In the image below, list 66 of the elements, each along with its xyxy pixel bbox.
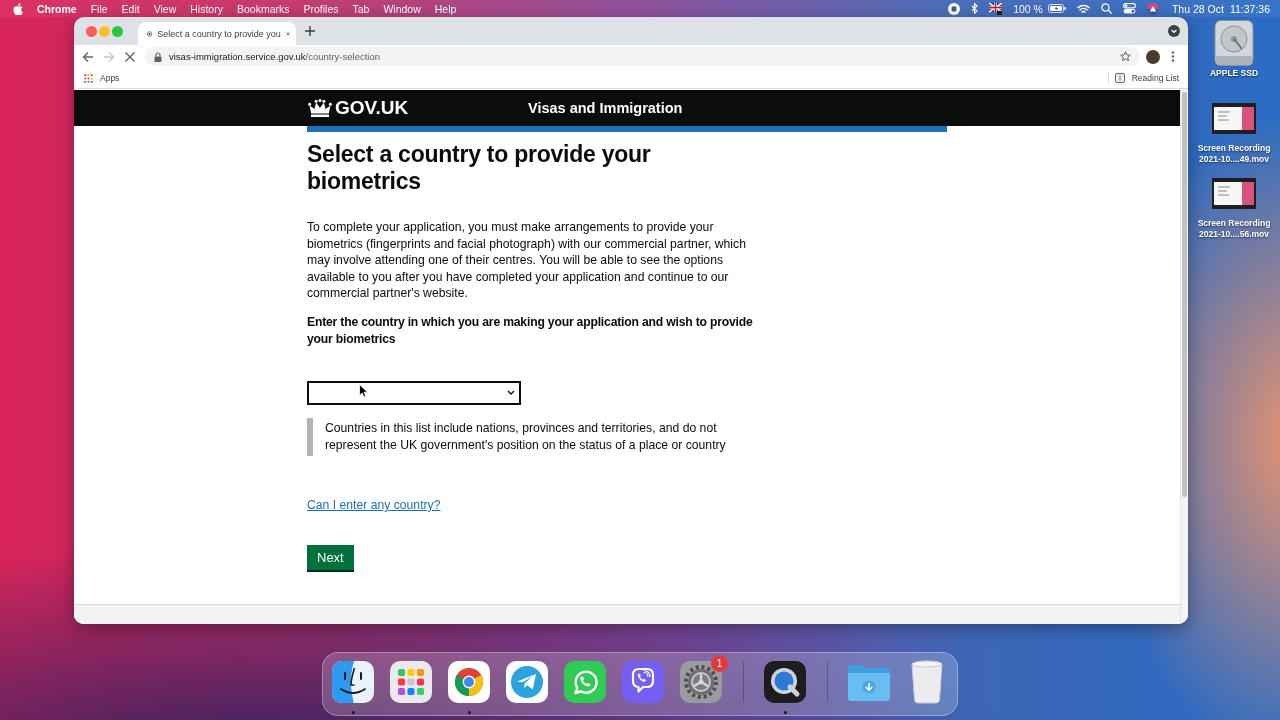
drive-icon[interactable] [1212, 20, 1256, 66]
menu-item[interactable]: File [90, 2, 108, 15]
star-icon[interactable] [1120, 51, 1131, 62]
question-label: Enter the country in which you are making your application and wish to provide your biometrics [307, 313, 754, 348]
phone-bubble-icon[interactable] [621, 660, 665, 704]
menu-item[interactable]: Tab [352, 2, 370, 15]
crown-icon [308, 99, 332, 117]
service-name-link[interactable]: Visas and Immigration [528, 100, 683, 116]
stop-circle-icon[interactable] [948, 2, 961, 15]
logo-link[interactable]: GOV.UK [307, 97, 528, 119]
help-link[interactable]: Can I enter any country? [307, 496, 441, 513]
stop-icon[interactable] [124, 50, 136, 63]
favicon-icon [147, 28, 153, 39]
menu-item[interactable]: History [190, 2, 223, 15]
video-thumbnail-icon[interactable] [1212, 102, 1256, 134]
desktop-icon-label: Screen Recording 2021-10....56.mov [1196, 218, 1272, 239]
apps-grid-icon [84, 73, 93, 83]
desktop-icon-label: Screen Recording 2021-10....49.mov [1196, 143, 1272, 164]
desktop-icon-label: APPLE SSD [1209, 68, 1259, 79]
notification-badge: 1 [711, 655, 728, 672]
kebab-menu-icon[interactable] [1171, 51, 1175, 62]
profile-avatar[interactable] [1146, 49, 1160, 64]
bluetooth-icon[interactable] [971, 3, 979, 14]
app-grid-icon[interactable] [389, 660, 433, 704]
paper-plane-icon[interactable] [505, 660, 549, 704]
menu-item[interactable]: Edit [121, 2, 140, 15]
reading-list-icon [1114, 73, 1125, 83]
close-icon[interactable] [285, 29, 290, 38]
menu-clock[interactable]: 11:37:36 [1229, 2, 1270, 15]
menu-item[interactable]: View [153, 2, 177, 15]
intro-paragraph: To complete your application, you must make arrangements to provide your biometrics (fingerprints and facial photograph) with our commercial partner, which may involve attending one of their centres. You will be able to see the options available to you after you have completed your application and continue to our commercial partner's website. [307, 219, 747, 302]
video-thumbnail-icon[interactable] [1212, 177, 1256, 209]
dropdown-circle-icon[interactable] [1168, 25, 1180, 37]
menu-item[interactable]: Profiles [303, 2, 339, 15]
phone-bubble-icon[interactable] [563, 660, 607, 704]
plus-icon[interactable] [305, 26, 315, 36]
lock-icon [154, 51, 162, 62]
toggle-switches-icon[interactable] [1122, 3, 1136, 14]
address-bar[interactable]: visas-immigration.service.gov.uk/country-selection [145, 47, 1140, 66]
wifi-icon[interactable] [1076, 3, 1090, 14]
scrollbar-thumb[interactable] [1182, 92, 1187, 497]
back-icon[interactable] [82, 50, 94, 63]
orb-icon[interactable] [1146, 2, 1159, 15]
apps-bookmark[interactable]: Apps [84, 73, 120, 83]
battery-percentage: 100 % [1013, 2, 1043, 15]
flag-icon[interactable] [989, 2, 1003, 15]
face-icon[interactable] [331, 660, 375, 704]
apple-icon[interactable] [13, 2, 23, 15]
q-logo-icon[interactable] [763, 660, 807, 704]
cursor-icon [359, 383, 368, 398]
reading-list-button[interactable]: Reading List [1114, 73, 1179, 83]
menu-item[interactable]: Help [434, 2, 457, 15]
inset-text: Countries in this list include nations, provinces and territories, and do not represent the UK government's position on the status of a place or country [307, 417, 759, 456]
caret-icon [507, 390, 515, 396]
page-heading: Select a country to provide your biometrics [307, 141, 652, 195]
settings-icon[interactable] [679, 660, 723, 704]
browser-tab[interactable]: Select a country to provide you [138, 22, 296, 45]
chrome-logo-icon[interactable] [447, 660, 491, 704]
country-select[interactable] [307, 380, 521, 405]
battery-icon[interactable] [1047, 4, 1066, 13]
menu-item[interactable]: Bookmarks [236, 2, 290, 15]
search-icon[interactable] [1100, 3, 1112, 14]
app-menu[interactable]: Chrome [37, 2, 77, 15]
next-button[interactable]: Next [307, 544, 354, 570]
menu-item[interactable]: Window [383, 2, 421, 15]
menu-date[interactable]: Thu 28 Oct [1171, 2, 1224, 15]
